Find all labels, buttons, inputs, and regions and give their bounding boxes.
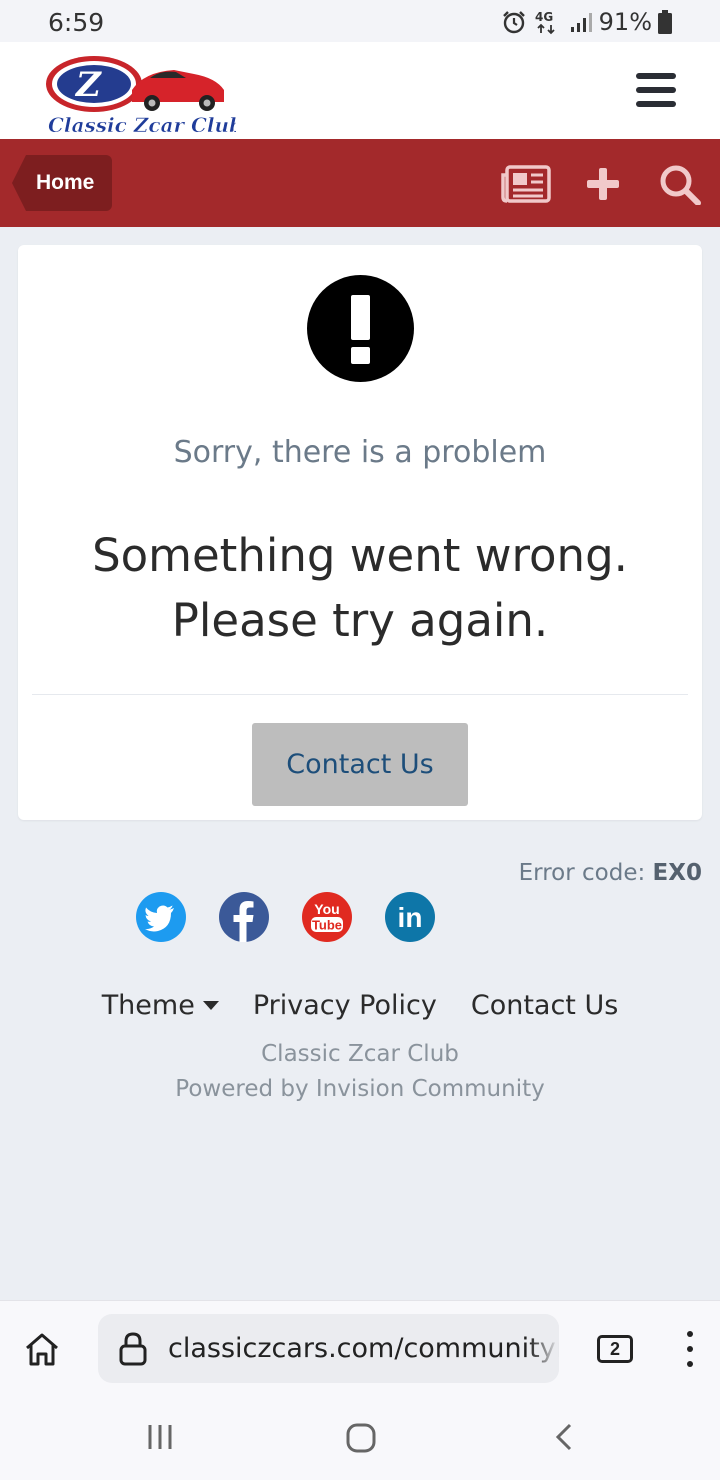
footer-site-name: Classic Zcar Club: [261, 1041, 459, 1067]
status-bar: 6:59 4G 91%: [0, 0, 720, 42]
back-icon[interactable]: [552, 1422, 576, 1452]
recent-apps-icon[interactable]: [146, 1422, 176, 1452]
alarm-icon: [502, 11, 525, 34]
breadcrumb-home[interactable]: Home: [12, 155, 113, 211]
logo-text: Classic Zcar Club: [48, 113, 236, 137]
theme-selector[interactable]: Theme: [102, 990, 219, 1021]
kebab-dot: [687, 1361, 693, 1367]
hamburger-menu-button[interactable]: [636, 73, 676, 107]
search-icon[interactable]: [658, 163, 702, 205]
contact-us-button[interactable]: Contact Us: [252, 723, 468, 806]
system-navigation-bar: [0, 1396, 720, 1480]
youtube-icon[interactable]: You Tube: [302, 892, 352, 942]
status-indicators: 4G 91%: [501, 8, 672, 36]
site-header: Z Classic Zcar Club: [0, 42, 720, 139]
svg-text:4G: 4G: [535, 10, 553, 24]
home-button-icon[interactable]: [345, 1422, 377, 1454]
privacy-policy-link[interactable]: Privacy Policy: [253, 990, 437, 1021]
battery-icon: [658, 10, 672, 34]
lock-icon: [119, 1332, 147, 1366]
breadcrumb-home-label: Home: [26, 155, 113, 211]
hamburger-bar: [636, 101, 676, 107]
social-links: You Tube in: [0, 892, 720, 944]
error-code-value: EX0: [652, 860, 702, 886]
url-text: classiczcars.com/communitym: [168, 1333, 559, 1364]
youtube-text-top: You: [314, 901, 339, 917]
newspaper-icon[interactable]: [501, 163, 551, 205]
kebab-dot: [687, 1346, 693, 1352]
error-message-line-1: Something went wrong.: [92, 529, 628, 582]
plus-icon[interactable]: [584, 163, 622, 205]
navigation-bar: Home: [0, 139, 720, 227]
logo-letter: Z: [74, 65, 102, 105]
network-4g-icon: 4G: [535, 10, 555, 35]
error-card: Sorry, there is a problem Something went…: [18, 245, 702, 820]
browser-toolbar: classiczcars.com/communitym 2: [0, 1300, 720, 1396]
breadcrumb-arrow: [12, 155, 26, 211]
twitter-icon[interactable]: [136, 892, 186, 942]
linkedin-text: in: [398, 902, 423, 933]
footer-links: Theme Privacy Policy Contact Us: [0, 990, 720, 1021]
error-code: Error code: EX0: [519, 860, 702, 886]
linkedin-icon[interactable]: in: [385, 892, 435, 942]
hamburger-bar: [636, 73, 676, 79]
footer-contact-us-link[interactable]: Contact Us: [471, 990, 618, 1021]
footer-powered-by[interactable]: Powered by Invision Community: [0, 1076, 720, 1102]
error-code-label: Error code:: [518, 860, 646, 886]
more-options-icon[interactable]: [684, 1331, 696, 1367]
battery-percent: 91%: [598, 8, 652, 36]
error-message-line-2: Please try again.: [171, 594, 549, 647]
card-divider: [32, 694, 688, 695]
error-message: Something went wrong. Please try again.: [18, 523, 702, 653]
signal-icon: [570, 13, 592, 32]
theme-label: Theme: [101, 990, 195, 1021]
youtube-text-bottom: Tube: [312, 918, 342, 933]
facebook-icon[interactable]: [219, 892, 269, 942]
url-fade: [529, 1314, 559, 1383]
status-time: 6:59: [48, 8, 105, 37]
kebab-dot: [687, 1331, 693, 1337]
site-logo[interactable]: Z Classic Zcar Club: [44, 46, 236, 138]
hamburger-bar: [636, 87, 676, 93]
exclamation-circle-icon: [307, 275, 414, 382]
tabs-button[interactable]: 2: [597, 1335, 633, 1363]
error-subtitle: Sorry, there is a problem: [173, 435, 547, 470]
caret-down-icon: [202, 1001, 219, 1010]
address-bar[interactable]: classiczcars.com/communitym: [98, 1314, 559, 1383]
home-icon[interactable]: [22, 1329, 62, 1369]
